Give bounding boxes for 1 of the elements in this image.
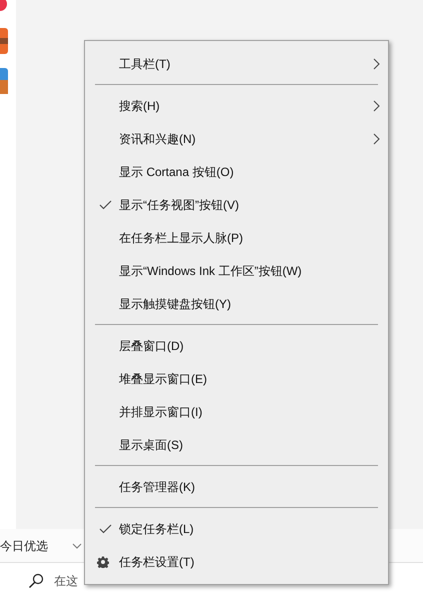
feed-label: 今日优选 — [0, 538, 48, 554]
